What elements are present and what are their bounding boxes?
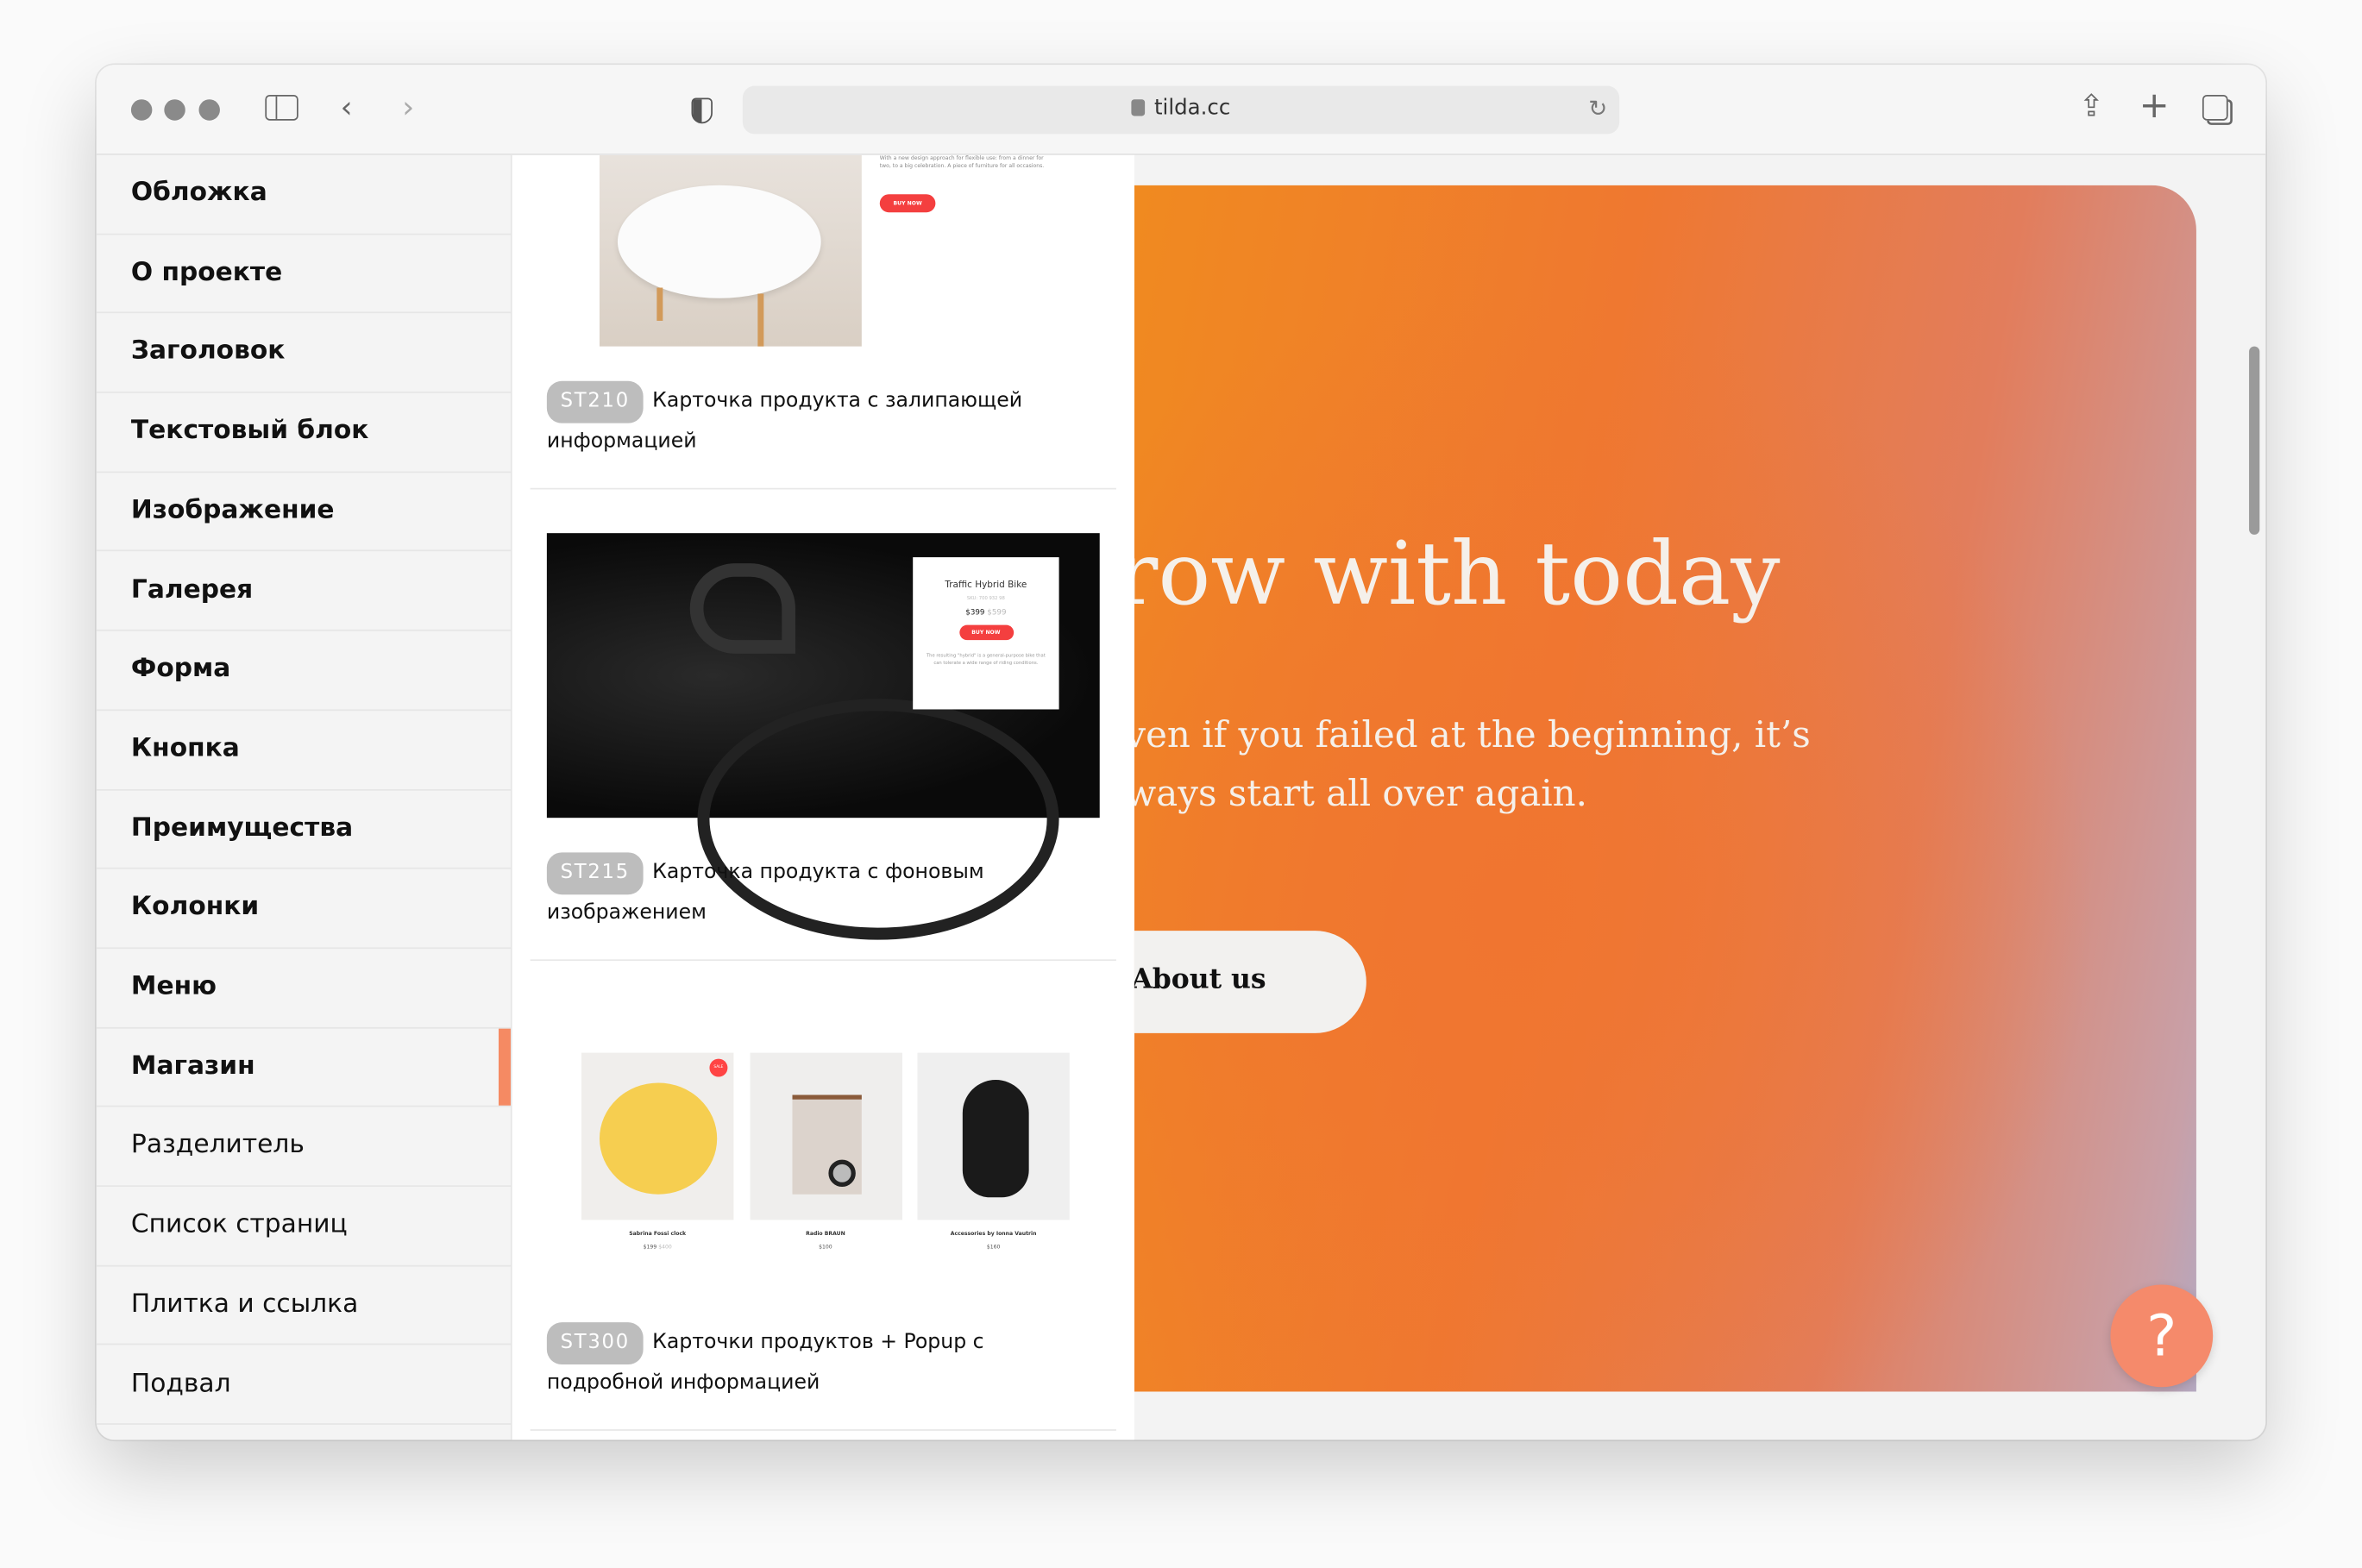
sidebar-item-label: Подвал — [130, 1368, 231, 1399]
browser-window: ‹ › tilda.cc ↻ ⇪ + Обложка О проекте Загол… — [96, 65, 2266, 1440]
sidebar-item-label: Список страниц — [130, 1209, 348, 1240]
sidebar-item[interactable]: Изображение — [96, 473, 512, 552]
block-caption: ST210 Карточка продукта с залипающей инфо… — [546, 380, 1104, 460]
preview-description: The resulting "hybrid" is a general-purp… — [926, 652, 1046, 666]
table-preview-image — [599, 154, 862, 347]
browser-toolbar: ‹ › tilda.cc ↻ ⇪ + — [96, 65, 2266, 155]
preview-product: SALE Sabrina Fossi clock $199 $400 — [581, 1052, 734, 1251]
hero-title: row with today — [1134, 522, 1781, 625]
minimize-window-button[interactable] — [164, 99, 185, 121]
share-icon[interactable]: ⇪ — [2079, 91, 2104, 121]
sidebar-item-label: Плитка и ссылка — [130, 1289, 359, 1320]
sidebar-item[interactable]: Колонки — [96, 869, 512, 950]
sidebar-item[interactable]: Кнопка — [96, 711, 512, 791]
divider — [530, 959, 1116, 962]
tabs-overview-icon[interactable] — [2202, 95, 2228, 121]
block-category-sidebar: Обложка О проекте Заголовок Текстовый блок И… — [96, 154, 512, 1440]
sidebar-item[interactable]: Текстовый блок — [96, 393, 512, 473]
sidebar-item-label: Преимущества — [130, 812, 354, 844]
sidebar-item[interactable]: Галерея — [96, 552, 512, 631]
sidebar-item-label: Текстовый блок — [130, 416, 369, 447]
sidebar-item[interactable]: Форма — [96, 631, 512, 711]
preview-product-name: Radio BRAUN — [806, 1230, 845, 1237]
zoom-window-button[interactable] — [198, 99, 220, 121]
vase-image — [962, 1080, 1029, 1198]
sidebar-item[interactable]: Обложка — [96, 155, 512, 235]
divider — [530, 487, 1116, 490]
preview-buy-button: BUY NOW — [958, 624, 1014, 641]
hero-preview: row with today ven if you failed at the … — [1134, 185, 2196, 1392]
privacy-shield-icon[interactable] — [691, 97, 713, 124]
sale-badge: SALE — [709, 1058, 728, 1077]
block-list: With a new design approach for flexible … — [512, 154, 1134, 1440]
sidebar-item[interactable]: Меню — [96, 949, 512, 1029]
block-caption: ST215 Карточка продукта с фоновым изображ… — [546, 852, 1104, 931]
block-code-badge: ST210 — [546, 380, 644, 423]
sidebar-item[interactable]: Преимущества — [96, 790, 512, 870]
preview-price: $100 — [819, 1244, 832, 1251]
sidebar-item-label: Заголовок — [130, 336, 286, 367]
back-icon[interactable]: ‹ — [341, 92, 353, 122]
bike-preview-image: Traffic Hybrid Bike SKU: 700 932 98 $399… — [546, 533, 1100, 940]
sidebar-toggle-icon[interactable] — [265, 95, 298, 121]
radio-image — [791, 1094, 861, 1195]
forward-icon[interactable]: › — [402, 92, 414, 122]
sidebar-item[interactable]: Магазин — [96, 1028, 512, 1108]
block-code-badge: ST215 — [546, 852, 644, 895]
divider — [530, 1429, 1116, 1431]
reload-icon[interactable]: ↻ — [1588, 95, 1607, 122]
preview-buy-button: BUY NOW — [879, 194, 936, 213]
about-us-button[interactable]: About us — [1134, 931, 1366, 1033]
preview-description: With a new design approach for flexible … — [879, 154, 1045, 169]
new-tab-icon[interactable]: + — [2139, 87, 2170, 123]
preview-sku: SKU: 700 932 98 — [966, 594, 1005, 601]
sidebar-item[interactable]: Разделитель — [96, 1107, 512, 1188]
preview-product-name: Accessories by Ionna Vautrin — [950, 1230, 1037, 1237]
help-button[interactable]: ? — [2110, 1284, 2214, 1388]
preview-price: $199 — [643, 1244, 657, 1251]
sidebar-item[interactable]: Плитка и ссылка — [96, 1266, 512, 1346]
block-caption: ST300 Карточки продуктов + Popup с подроб… — [546, 1322, 1104, 1401]
sidebar-item[interactable]: Подвал — [96, 1345, 512, 1426]
sidebar-item-label: Кнопка — [130, 733, 240, 764]
sidebar-item-label: Колонки — [130, 892, 260, 923]
sidebar-item-label: Магазин — [130, 1051, 255, 1082]
preview-product: Radio BRAUN $100 — [749, 1052, 902, 1251]
sidebar-item-label: Разделитель — [130, 1130, 305, 1161]
preview-product-name: Sabrina Fossi clock — [629, 1230, 687, 1237]
preview-product-name: Traffic Hybrid Bike — [945, 580, 1027, 591]
preview-old-price: $400 — [658, 1244, 672, 1251]
scrollbar[interactable] — [2249, 346, 2260, 535]
sidebar-item-label: Меню — [130, 971, 217, 1002]
sidebar-item-label: Форма — [130, 654, 231, 685]
preview-product-card: Traffic Hybrid Bike SKU: 700 932 98 $399… — [913, 557, 1059, 710]
sidebar-item-label: О проекте — [130, 257, 283, 287]
preview-price: $160 — [986, 1244, 1001, 1251]
preview-product: Accessories by Ionna Vautrin $160 — [917, 1052, 1070, 1251]
preview-price: $399 — [965, 608, 985, 618]
address-bar[interactable]: tilda.cc ↻ — [742, 85, 1620, 135]
block-code-badge: ST300 — [546, 1322, 644, 1365]
sidebar-item[interactable]: Заголовок — [96, 314, 512, 393]
sidebar-item-label: Обложка — [130, 178, 267, 208]
preview-old-price: $599 — [987, 608, 1007, 618]
sidebar-item-label: Галерея — [130, 574, 254, 605]
sidebar-item-label: Изображение — [130, 495, 335, 526]
sidebar-item[interactable]: О проекте — [96, 235, 512, 314]
clock-image — [599, 1082, 718, 1195]
hero-text: ven if you failed at the beginning, it’s… — [1134, 713, 1811, 815]
close-window-button[interactable] — [130, 99, 153, 121]
url-text: tilda.cc — [1153, 96, 1231, 121]
sidebar-item[interactable]: Список страниц — [96, 1187, 512, 1267]
lock-icon — [1131, 99, 1146, 116]
